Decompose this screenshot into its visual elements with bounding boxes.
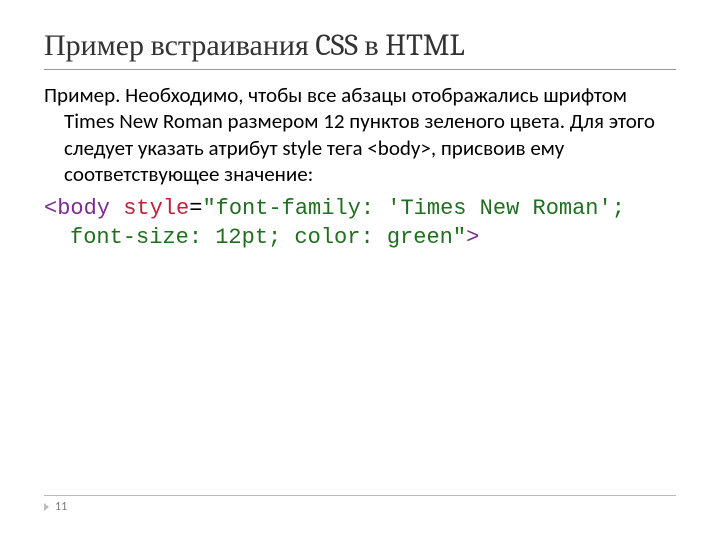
slide-title: Пример встраивания CSS в HTML bbox=[44, 28, 676, 70]
slide-paragraph: Пример. Необходимо, чтобы все абзацы ото… bbox=[44, 82, 676, 187]
slide-footer: 11 bbox=[44, 495, 676, 514]
code-example: <body style="font-family: 'Times New Rom… bbox=[44, 195, 676, 252]
code-attr: style bbox=[110, 196, 189, 221]
page-number-value: 11 bbox=[55, 500, 67, 514]
triangle-icon bbox=[44, 503, 49, 511]
code-tag-open: <body bbox=[44, 196, 110, 221]
code-eq: = bbox=[189, 196, 202, 221]
code-tag-close: > bbox=[466, 225, 479, 250]
footer-divider bbox=[44, 495, 676, 496]
page-number: 11 bbox=[44, 500, 676, 514]
